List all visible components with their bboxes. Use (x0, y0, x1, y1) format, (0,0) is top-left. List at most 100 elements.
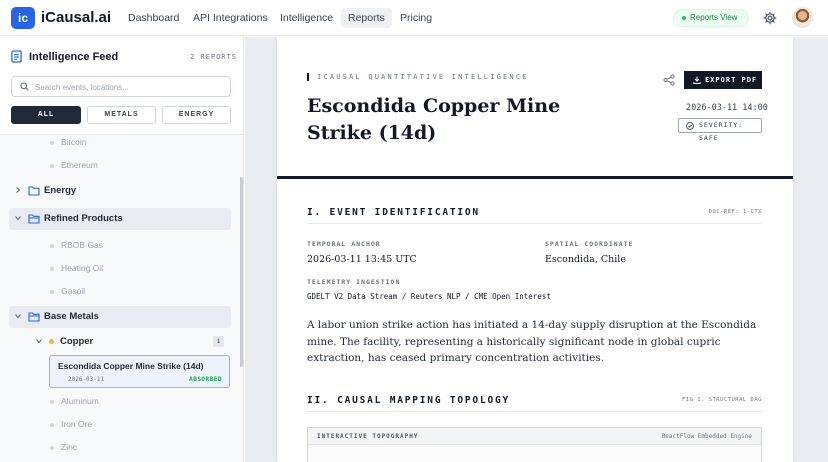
tree-node-refined-products[interactable]: Refined Products (9, 208, 231, 230)
leaf-label: Aluminum (61, 396, 99, 406)
leaf-label: Gasoil (61, 286, 86, 296)
check-circle-icon (686, 122, 694, 130)
reports-view-label: Reports View (690, 13, 738, 22)
copper-status-dot-icon (49, 339, 54, 344)
report-kicker: ICAUSAL QUANTITATIVE INTELLIGENCE (317, 73, 529, 81)
leaf-label: Zinc (61, 442, 78, 452)
tree-leaf-rbob-gas[interactable]: RBOB Gas (50, 240, 104, 250)
tree-leaf-zinc[interactable]: Zinc (50, 442, 78, 452)
folder-open-icon (28, 312, 40, 322)
nav-dashboard[interactable]: Dashboard (121, 8, 186, 28)
section-2-divider (307, 411, 762, 412)
folder-icon (28, 186, 40, 196)
section-2-heading: II. CAUSAL MAPPING TOPOLOGY (307, 395, 511, 406)
nav-intelligence[interactable]: Intelligence (273, 8, 340, 28)
chevron-down-icon (36, 339, 42, 344)
tree-node-energy[interactable]: Energy (9, 180, 231, 202)
sidebar-header: Intelligence Feed 2 REPORTS ALL METALS E… (0, 37, 243, 135)
leaf-dot-icon (50, 267, 54, 271)
leaf-dot-icon (50, 423, 54, 427)
search-input[interactable] (35, 80, 225, 94)
search-box[interactable] (11, 76, 231, 97)
tree-leaf-heating-oil[interactable]: Heating Oil (50, 263, 104, 273)
chevron-right-icon (16, 187, 21, 193)
section-1-ref: DOC-REF: 1-CTX (708, 209, 762, 215)
temporal-anchor-label: TEMPORAL ANCHOR (307, 240, 381, 248)
telemetry-value: GDELT V2 Data Stream / Reuters NLP / CME… (307, 292, 551, 301)
chevron-down-icon (15, 314, 21, 319)
leaf-label: Ethereum (61, 160, 98, 170)
topology-panel-label: INTERACTIVE TOPOGRAPHY (317, 433, 419, 440)
brand-name[interactable]: iCausal.ai (41, 9, 111, 26)
leaf-dot-icon (50, 446, 54, 450)
share-icon[interactable] (663, 74, 675, 86)
report-datetime: 2026-03-11 14:00 (686, 103, 768, 113)
filter-metals-button[interactable]: METALS (87, 106, 156, 124)
tree-leaf-ethereum[interactable]: Ethereum (50, 160, 98, 170)
tree-node-base-metals[interactable]: Base Metals (9, 306, 231, 328)
sidebar: Intelligence Feed 2 REPORTS ALL METALS E… (0, 37, 244, 462)
leaf-label: Bitcoin (61, 137, 87, 147)
topology-engine-label: ReactFlow Embedded Engine (661, 433, 752, 440)
chevron-down-icon (15, 216, 21, 221)
leaf-dot-icon (50, 290, 54, 294)
top-navbar: ic iCausal.ai Dashboard API Integrations… (0, 0, 828, 36)
event-status-badge: ABSORBED (189, 376, 222, 383)
report-document: ICAUSAL QUANTITATIVE INTELLIGENCE EXPORT… (277, 37, 793, 462)
leaf-label: Iron Ore (61, 419, 93, 429)
section-1-divider (307, 223, 762, 224)
tree-node-label: Copper (60, 336, 94, 347)
export-pdf-label: EXPORT PDF (705, 76, 758, 84)
nav-api-integrations[interactable]: API Integrations (186, 8, 275, 28)
logo-icon[interactable]: ic (11, 7, 35, 29)
tree-node-label: Energy (44, 185, 77, 196)
leaf-label: RBOB Gas (61, 240, 104, 250)
tree-leaf-bitcoin[interactable]: Bitcoin (50, 137, 87, 147)
leaf-label: Heating Oil (61, 263, 104, 273)
filter-all-button[interactable]: ALL (11, 106, 81, 124)
leaf-dot-icon (50, 244, 54, 248)
download-icon (693, 76, 701, 84)
event-summary: A labor union strike action has initiate… (307, 319, 757, 364)
kicker-accent-bar (307, 73, 309, 81)
tree-leaf-aluminum[interactable]: Aluminum (50, 396, 99, 406)
report-title: Escondida Copper Mine Strike (14d) (307, 95, 561, 144)
nav-pricing[interactable]: Pricing (393, 8, 439, 28)
tree-leaf-iron-ore[interactable]: Iron Ore (50, 419, 93, 429)
spatial-coordinate-label: SPATIAL COORDINATE (545, 240, 634, 248)
reports-view-badge: Reports View (673, 9, 749, 27)
topology-panel-header: INTERACTIVE TOPOGRAPHY ReactFlow Embedde… (308, 428, 761, 445)
status-dot-icon (682, 16, 686, 20)
sidebar-scrollbar[interactable] (240, 177, 243, 367)
tree-node-label: Refined Products (44, 213, 123, 224)
topology-panel[interactable]: INTERACTIVE TOPOGRAPHY ReactFlow Embedde… (307, 427, 762, 462)
leaf-dot-icon (50, 164, 54, 168)
severity-badge: SEVERITY: SAFE (678, 118, 762, 142)
feed-title: Intelligence Feed (29, 51, 119, 63)
tree-leaf-gasoil[interactable]: Gasoil (50, 286, 86, 296)
nav-reports[interactable]: Reports (341, 8, 392, 28)
user-avatar[interactable] (792, 7, 813, 28)
document-icon (11, 50, 22, 63)
filter-energy-button[interactable]: ENERGY (162, 106, 231, 124)
severity-label: SEVERITY: SAFE (699, 121, 744, 142)
search-icon (20, 82, 29, 91)
telemetry-label: TELEMETRY INGESTION (307, 278, 401, 286)
event-title: Escondida Copper Mine Strike (14d) (58, 361, 204, 371)
leaf-dot-icon (50, 400, 54, 404)
leaf-dot-icon (50, 141, 54, 145)
tree-node-label: Base Metals (44, 311, 99, 322)
spatial-coordinate-value: Escondida, Chile (545, 254, 626, 265)
header-divider (277, 176, 793, 179)
tree-node-copper[interactable]: Copper 1 (30, 331, 230, 353)
export-pdf-button[interactable]: EXPORT PDF (684, 71, 762, 89)
event-date: 2026-03-11 (68, 376, 105, 383)
folder-open-icon (28, 214, 40, 224)
section-1-heading: I. EVENT IDENTIFICATION (307, 207, 480, 218)
gear-icon[interactable] (763, 11, 777, 25)
report-area: ICAUSAL QUANTITATIVE INTELLIGENCE EXPORT… (245, 37, 828, 462)
section-2-ref: FIG 1. STRUCTURAL DAG (681, 397, 762, 403)
temporal-anchor-value: 2026-03-11 13:45 UTC (307, 254, 417, 265)
copper-count-badge: 1 (213, 336, 224, 347)
event-card-escondida[interactable]: Escondida Copper Mine Strike (14d) 2026-… (49, 355, 230, 388)
